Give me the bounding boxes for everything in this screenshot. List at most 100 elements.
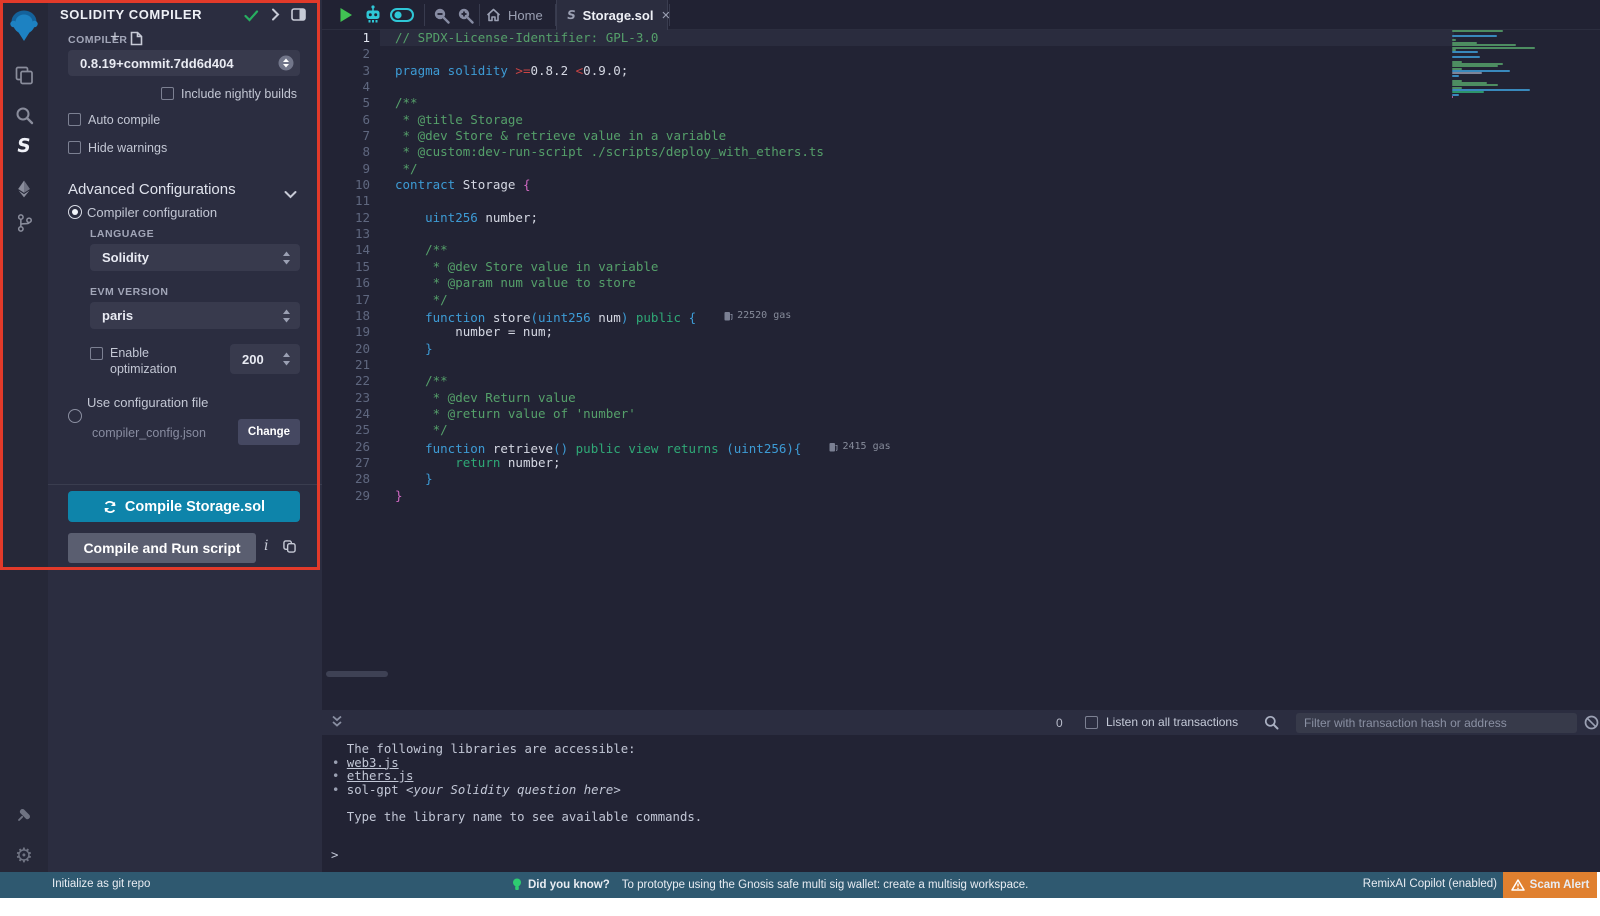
remix-ide-window: S ⚙ SOLIDITY COMPILER COMPILER + [0, 0, 1600, 916]
deploy-run-icon[interactable] [0, 172, 48, 206]
tab-home[interactable]: Home [480, 0, 556, 30]
terminal-prompt[interactable]: > [331, 848, 338, 862]
code-line: function store(uint256 num) public {2252… [395, 308, 891, 324]
search-icon[interactable] [0, 98, 48, 132]
code-line: /** [395, 373, 891, 389]
enable-optimization-checkbox[interactable] [90, 347, 103, 360]
code-line: /** [395, 242, 891, 258]
info-icon[interactable]: i [264, 538, 268, 554]
copy-icon[interactable] [283, 540, 296, 558]
code-line: } [395, 471, 891, 487]
code-line: * @dev Return value [395, 390, 891, 406]
init-git-repo-button[interactable]: Initialize as git repo [52, 878, 150, 890]
main-area: Home S Storage.sol × 1234567891011121314… [322, 0, 1600, 872]
compile-button[interactable]: Compile Storage.sol [68, 491, 300, 522]
icon-rail: S ⚙ [0, 0, 48, 872]
file-explorer-icon[interactable] [0, 58, 48, 92]
code-line: */ [395, 292, 891, 308]
line-number-gutter: 1234567891011121314151617181920212223242… [322, 30, 378, 504]
remix-logo-icon[interactable] [0, 6, 48, 46]
runs-stepper-icon [282, 352, 291, 366]
zoom-out-icon[interactable] [433, 7, 450, 29]
code-line: contract Storage { [395, 177, 891, 193]
solidity-file-icon: S [566, 8, 577, 22]
compile-and-run-button[interactable]: Compile and Run script [68, 533, 256, 563]
panel-title: SOLIDITY COMPILER [60, 7, 202, 22]
tab-home-label: Home [508, 8, 543, 23]
code-line: /** [395, 95, 891, 111]
code-line: * @return value of 'number' [395, 406, 891, 422]
tip-text: To prototype using the Gnosis safe multi… [622, 879, 1029, 891]
language-value: Solidity [90, 250, 282, 265]
compile-button-label: Compile Storage.sol [125, 499, 265, 515]
compiler-config-radio[interactable] [68, 205, 82, 219]
horizontal-scrollbar[interactable] [326, 671, 388, 677]
code-line: return number; [395, 455, 891, 471]
copilot-robot-icon[interactable] [364, 5, 382, 29]
lightbulb-icon [512, 878, 522, 892]
library-link[interactable]: web3.js [347, 756, 399, 770]
panel-divider [48, 484, 322, 485]
home-icon [486, 8, 501, 22]
zoom-in-icon[interactable] [457, 7, 474, 29]
compiler-version-value: 0.8.19+commit.7dd6d404 [68, 56, 278, 71]
code-line: } [395, 488, 891, 504]
version-stepper-icon [278, 55, 294, 71]
listen-transactions-checkbox[interactable] [1085, 716, 1098, 729]
tip-bold: Did you know? [528, 879, 610, 891]
copilot-status[interactable]: RemixAI Copilot (enabled) [1363, 878, 1497, 890]
terminal-search-icon[interactable] [1264, 715, 1279, 735]
include-nightly-label: Include nightly builds [181, 87, 297, 101]
minimap[interactable] [1452, 30, 1544, 98]
add-compiler-icon[interactable]: + [110, 27, 120, 47]
code-line: number = num; [395, 324, 891, 340]
panel-forward-chevron-icon[interactable] [271, 8, 280, 26]
optimization-runs-value: 200 [230, 352, 282, 367]
use-config-file-radio[interactable] [68, 409, 82, 423]
library-link[interactable]: ethers.js [347, 769, 414, 783]
copilot-toggle-switch[interactable] [390, 8, 414, 27]
compiler-version-select[interactable]: 0.8.19+commit.7dd6d404 [68, 50, 300, 76]
listen-transactions-label: Listen on all transactions [1106, 715, 1238, 729]
config-file-name: compiler_config.json [92, 426, 206, 440]
expand-terminal-icon[interactable] [330, 715, 344, 734]
transaction-count: 0 [1056, 716, 1063, 730]
change-config-button[interactable]: Change [238, 419, 300, 445]
evm-version-select[interactable]: paris [90, 302, 300, 329]
status-bar: Initialize as git repo Did you know? To … [0, 872, 1597, 898]
pin-panel-icon[interactable] [291, 8, 306, 26]
include-nightly-checkbox[interactable] [161, 87, 174, 100]
compile-success-check-icon [244, 9, 259, 27]
plugin-manager-icon[interactable] [0, 798, 48, 832]
terminal-toolbar: 0 Listen on all transactions [322, 710, 1600, 735]
open-compiler-file-icon[interactable] [130, 31, 143, 51]
code-line: * @custom:dev-run-script ./scripts/deplo… [395, 144, 891, 160]
language-select[interactable]: Solidity [90, 244, 300, 271]
solidity-compiler-icon[interactable]: S [0, 129, 48, 163]
select-stepper-icon [282, 309, 291, 323]
advanced-configurations-header[interactable]: Advanced Configurations [68, 181, 236, 198]
code-line [395, 193, 891, 209]
optimization-runs-input[interactable]: 200 [230, 344, 300, 374]
warning-triangle-icon [1511, 879, 1525, 891]
terminal-lines: The following libraries are accessible:•… [332, 743, 702, 824]
scam-alert-badge[interactable]: Scam Alert [1503, 872, 1597, 898]
clear-console-icon[interactable] [1584, 715, 1599, 735]
hide-warnings-checkbox[interactable] [68, 141, 81, 154]
code-editor[interactable]: 1234567891011121314151617181920212223242… [322, 30, 1600, 710]
tab-bar: Home S Storage.sol × [322, 0, 1600, 30]
evm-version-label: EVM VERSION [90, 286, 168, 298]
code-line [395, 226, 891, 242]
auto-compile-checkbox[interactable] [68, 113, 81, 126]
settings-gear-icon[interactable]: ⚙ [0, 838, 48, 872]
chevron-down-icon[interactable] [284, 186, 297, 204]
code-line: function retrieve() public view returns … [395, 439, 891, 455]
solidity-compiler-panel: SOLIDITY COMPILER COMPILER + 0.8.19+comm… [48, 0, 322, 872]
code-line: // SPDX-License-Identifier: GPL-3.0 [395, 30, 891, 46]
transaction-filter-input[interactable] [1296, 713, 1577, 733]
git-icon[interactable] [0, 206, 48, 240]
code-line: * @dev Store value in variable [395, 259, 891, 275]
tab-storage-sol[interactable]: S Storage.sol × [556, 0, 668, 30]
code-line: * @param num value to store [395, 275, 891, 291]
run-script-play-icon[interactable] [339, 7, 353, 28]
